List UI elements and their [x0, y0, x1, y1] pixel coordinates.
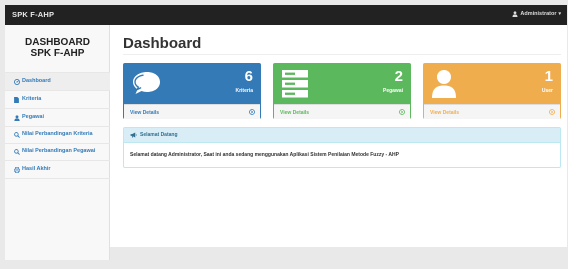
sidebar-item-kriteria[interactable]: Kriteria: [5, 91, 110, 109]
sidebar-item-label: Nilai Perbandingan Pegawai: [22, 148, 96, 154]
card-count: 2: [394, 68, 403, 85]
user-icon: [13, 114, 20, 121]
brand-title[interactable]: SPK F-AHP: [12, 10, 54, 19]
server-icon: [282, 70, 308, 98]
sidebar: DASHBOARD SPK F-AHP Dashboard Kriteria P…: [5, 25, 110, 260]
arrow-circle-right-icon: [249, 108, 255, 115]
print-icon: [13, 166, 20, 173]
card-count: 6: [244, 68, 253, 85]
view-details-link[interactable]: View Details: [424, 104, 560, 119]
welcome-message: Selamat datang Administrator, Saat ini a…: [130, 152, 399, 158]
sidebar-item-pegawai[interactable]: Pegawai: [5, 109, 110, 127]
view-details-label: View Details: [130, 109, 160, 116]
sidebar-item-nilai-perbandingan-pegawai[interactable]: Nilai Perbandingan Pegawai: [5, 144, 110, 161]
sidebar-item-dashboard[interactable]: Dashboard: [5, 72, 110, 91]
welcome-panel: Selamat Datang Selamat datang Administra…: [123, 127, 561, 168]
stat-card-kriteria: 6 Kriteria View Details: [123, 63, 261, 119]
comments-icon: [133, 72, 160, 94]
user-menu-label: Administrator: [520, 11, 557, 17]
search-icon: [13, 131, 20, 138]
dashboard-icon: [13, 78, 20, 85]
view-details-link[interactable]: View Details: [274, 104, 410, 119]
sidebar-item-label: Pegawai: [22, 114, 45, 120]
bullhorn-icon: [130, 132, 137, 138]
user-menu[interactable]: Administrator ▾: [512, 11, 561, 17]
top-navbar: SPK F-AHP Administrator ▾: [5, 5, 567, 25]
card-label: Pegawai: [382, 88, 403, 94]
document-icon: [13, 96, 20, 103]
arrow-circle-right-icon: [399, 108, 405, 115]
chevron-down-icon: ▾: [558, 11, 561, 17]
card-count: 1: [544, 68, 553, 85]
panel-title: Selamat Datang: [140, 132, 178, 138]
card-label: User: [541, 88, 553, 94]
main-content: Dashboard 6 Kriteria View Details 2 Pega…: [110, 25, 567, 247]
sidebar-item-label: Kriteria: [22, 96, 42, 102]
sidebar-item-nilai-perbandingan-kriteria[interactable]: Nilai Perbandingan Kriteria: [5, 127, 110, 144]
stat-card-pegawai: 2 Pegawai View Details: [273, 63, 411, 119]
sidebar-nav: Dashboard Kriteria Pegawai Nilai Perband…: [5, 72, 110, 179]
sidebar-item-label: Nilai Perbandingan Kriteria: [22, 131, 93, 137]
sidebar-title: DASHBOARD SPK F-AHP: [5, 37, 110, 59]
page-title: Dashboard: [123, 35, 202, 52]
user-icon: [432, 70, 456, 98]
sidebar-item-label: Hasil Akhir: [22, 166, 51, 172]
view-details-label: View Details: [280, 109, 310, 116]
sidebar-item-label: Dashboard: [22, 78, 51, 84]
view-details-label: View Details: [430, 109, 460, 116]
card-header: 2 Pegawai: [274, 64, 410, 104]
card-header: 1 User: [424, 64, 560, 104]
stat-card-user: 1 User View Details: [423, 63, 561, 119]
card-header: 6 Kriteria: [124, 64, 260, 104]
card-label: Kriteria: [235, 88, 253, 94]
panel-body: Selamat datang Administrator, Saat ini a…: [124, 143, 560, 167]
sidebar-title-line2: SPK F-AHP: [30, 48, 85, 59]
search-icon: [13, 148, 20, 155]
title-divider: [123, 54, 561, 55]
panel-header: Selamat Datang: [124, 128, 560, 143]
sidebar-title-line1: DASHBOARD: [25, 37, 90, 48]
arrow-circle-right-icon: [549, 108, 555, 115]
user-icon: [512, 11, 518, 17]
sidebar-item-hasil-akhir[interactable]: Hasil Akhir: [5, 161, 110, 179]
view-details-link[interactable]: View Details: [124, 104, 260, 119]
